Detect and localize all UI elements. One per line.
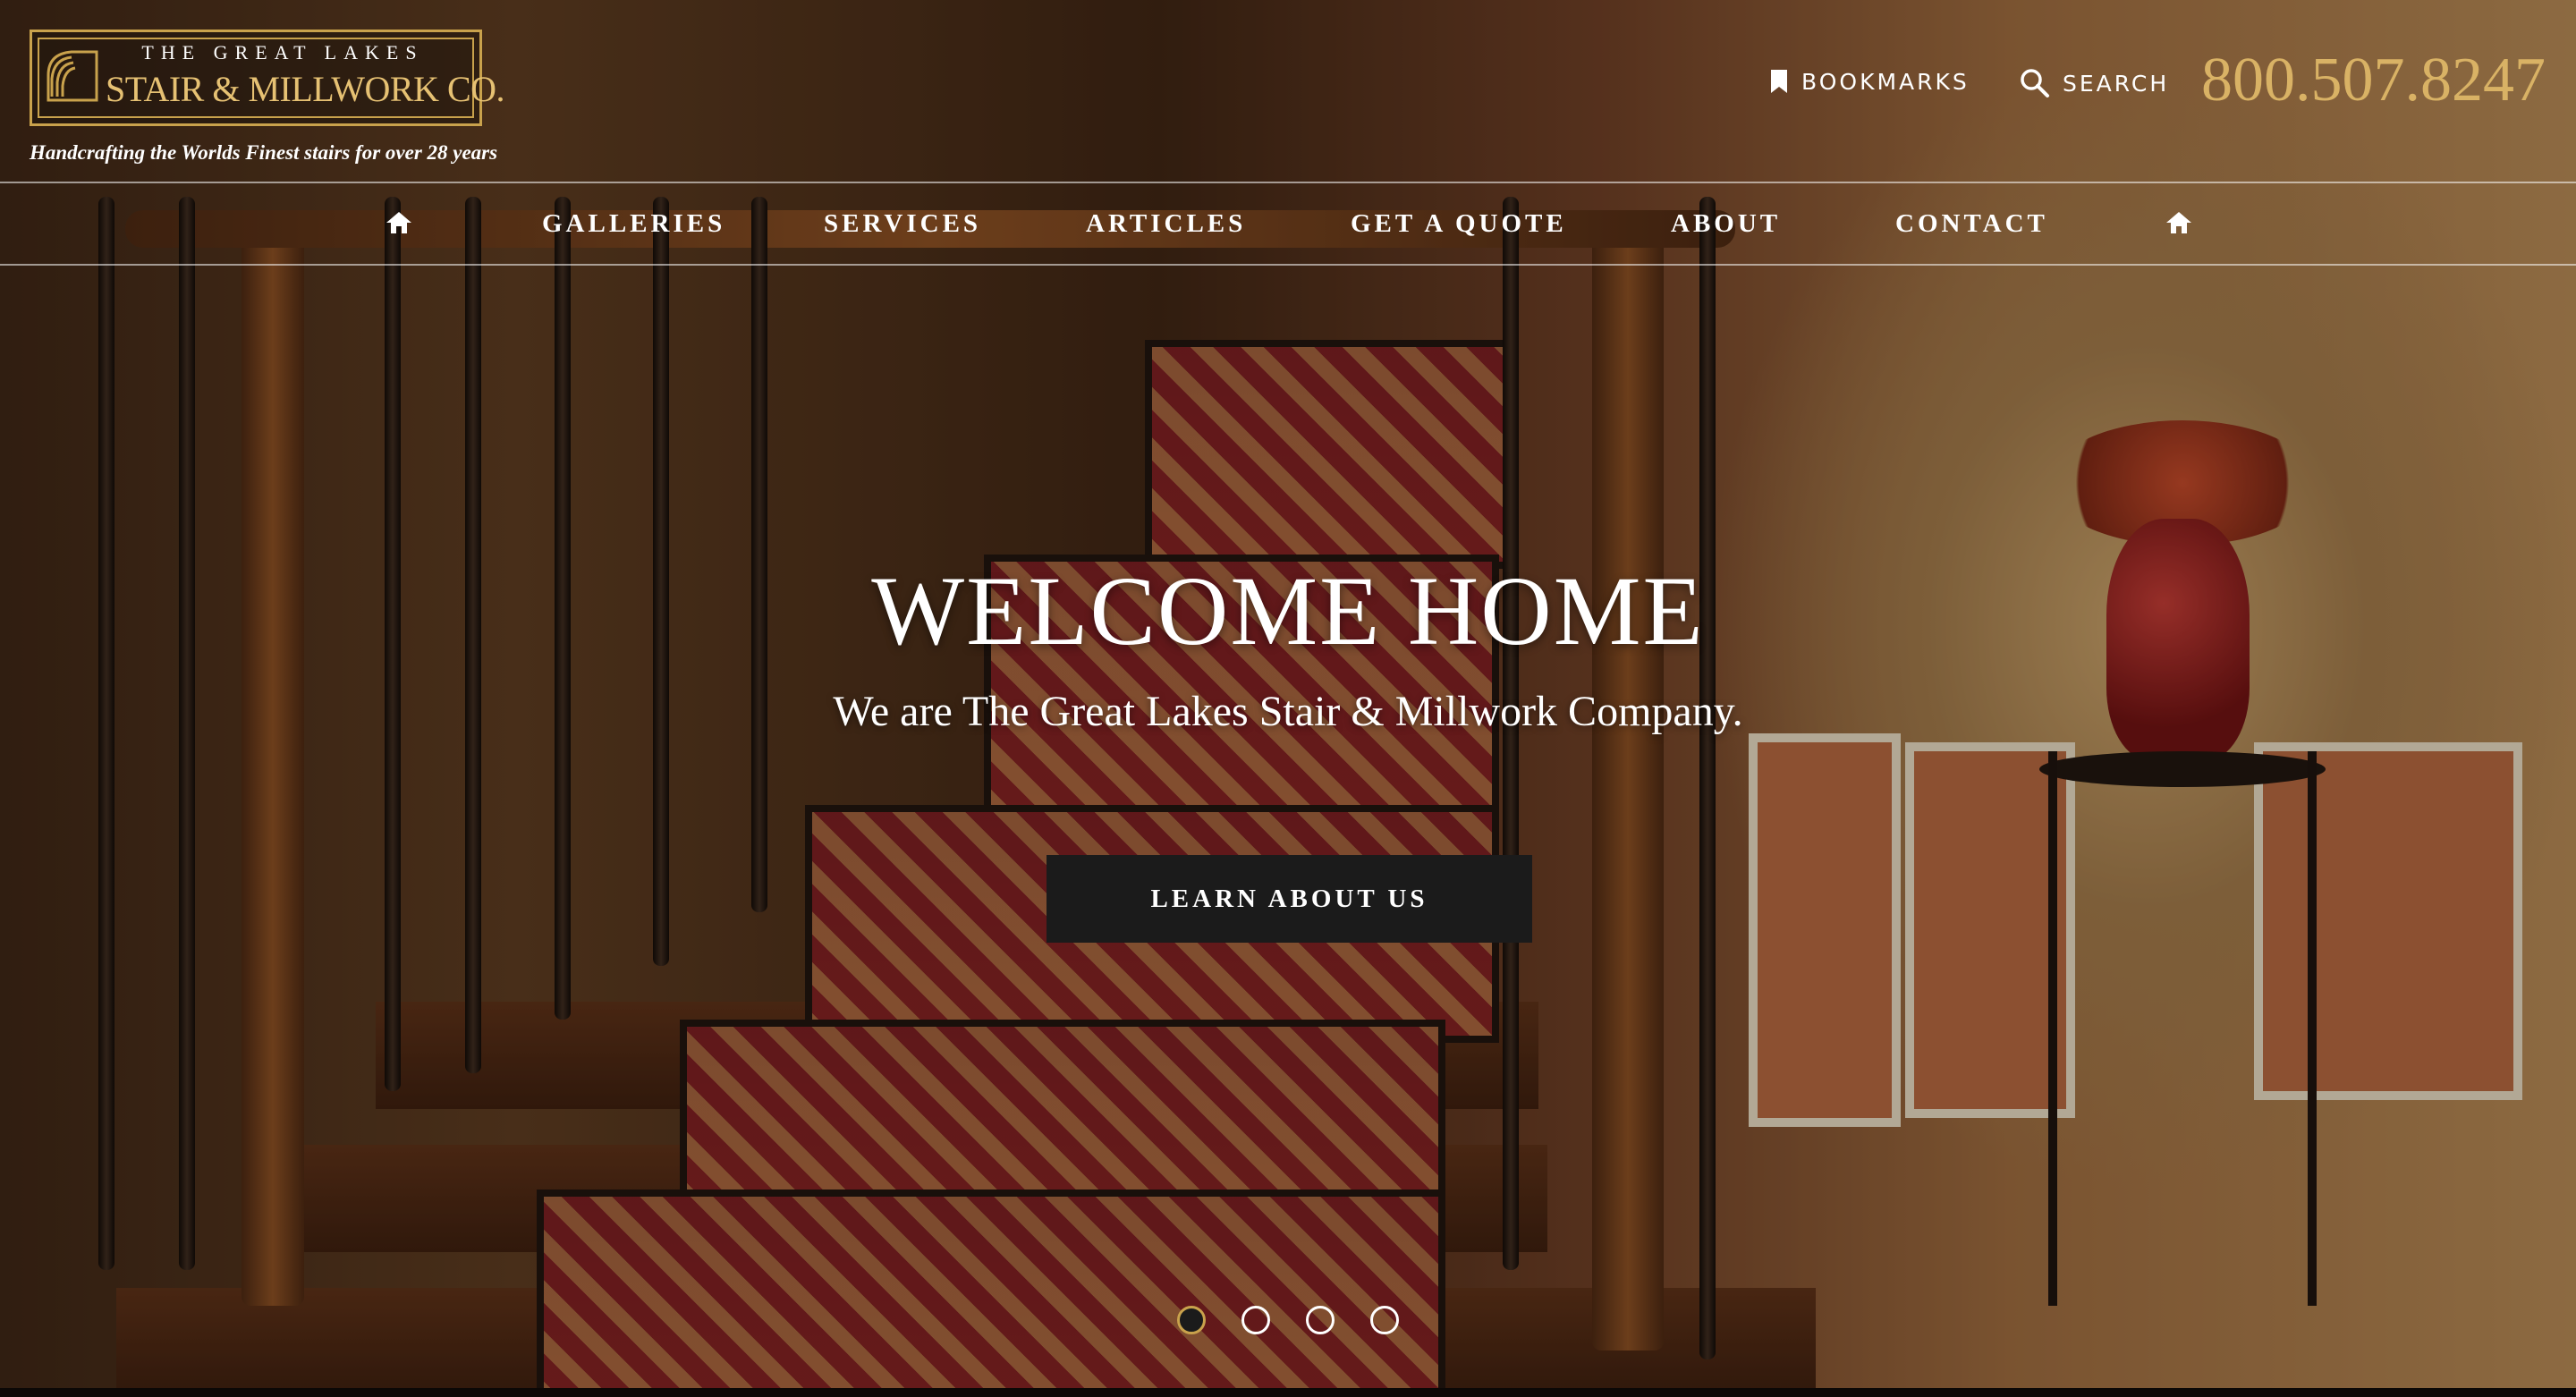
phone-number-link[interactable]: 800.507.8247	[2201, 45, 2546, 116]
hero-headline: WELCOME HOME	[871, 556, 1705, 665]
bookmarks-label: BOOKMARKS	[1801, 68, 1970, 95]
home-icon[interactable]	[385, 210, 413, 235]
hero-subheadline: We are The Great Lakes Stair & Millwork …	[833, 688, 1743, 735]
nav-item-about[interactable]: ABOUT	[1671, 183, 1781, 264]
site-logo[interactable]: THE GREAT LAKES STAIR & MILLWORK CO.	[30, 30, 505, 126]
search-label: SEARCH	[2063, 70, 2170, 97]
nav-item-galleries[interactable]: GALLERIES	[542, 183, 725, 264]
search-icon	[2021, 69, 2049, 97]
slider-dot-4[interactable]	[1370, 1306, 1399, 1334]
bookmark-icon	[1771, 70, 1787, 93]
home-icon[interactable]	[2165, 210, 2193, 235]
nav-item-get-a-quote[interactable]: GET A QUOTE	[1351, 183, 1567, 264]
hero-bottom-edge	[0, 1388, 2576, 1397]
slider-dot-2[interactable]	[1241, 1306, 1270, 1334]
logo-main-text: STAIR & MILLWORK CO.	[106, 69, 505, 109]
nav-item-services[interactable]: SERVICES	[824, 183, 981, 264]
slider-dot-1[interactable]	[1177, 1306, 1206, 1334]
nav-item-contact[interactable]: CONTACT	[1895, 183, 2048, 264]
nav-item-articles[interactable]: ARTICLES	[1086, 183, 1246, 264]
logo-top-text: THE GREAT LAKES	[141, 41, 424, 64]
slider-dot-3[interactable]	[1306, 1306, 1335, 1334]
main-navigation: GALLERIES SERVICES ARTICLES GET A QUOTE …	[0, 182, 2576, 266]
learn-about-us-button[interactable]: LEARN ABOUT US	[1046, 855, 1532, 943]
search-link[interactable]: SEARCH	[2020, 68, 2169, 98]
site-tagline: Handcrafting the Worlds Finest stairs fo…	[30, 141, 498, 164]
bookmarks-link[interactable]: BOOKMARKS	[1769, 68, 1970, 95]
